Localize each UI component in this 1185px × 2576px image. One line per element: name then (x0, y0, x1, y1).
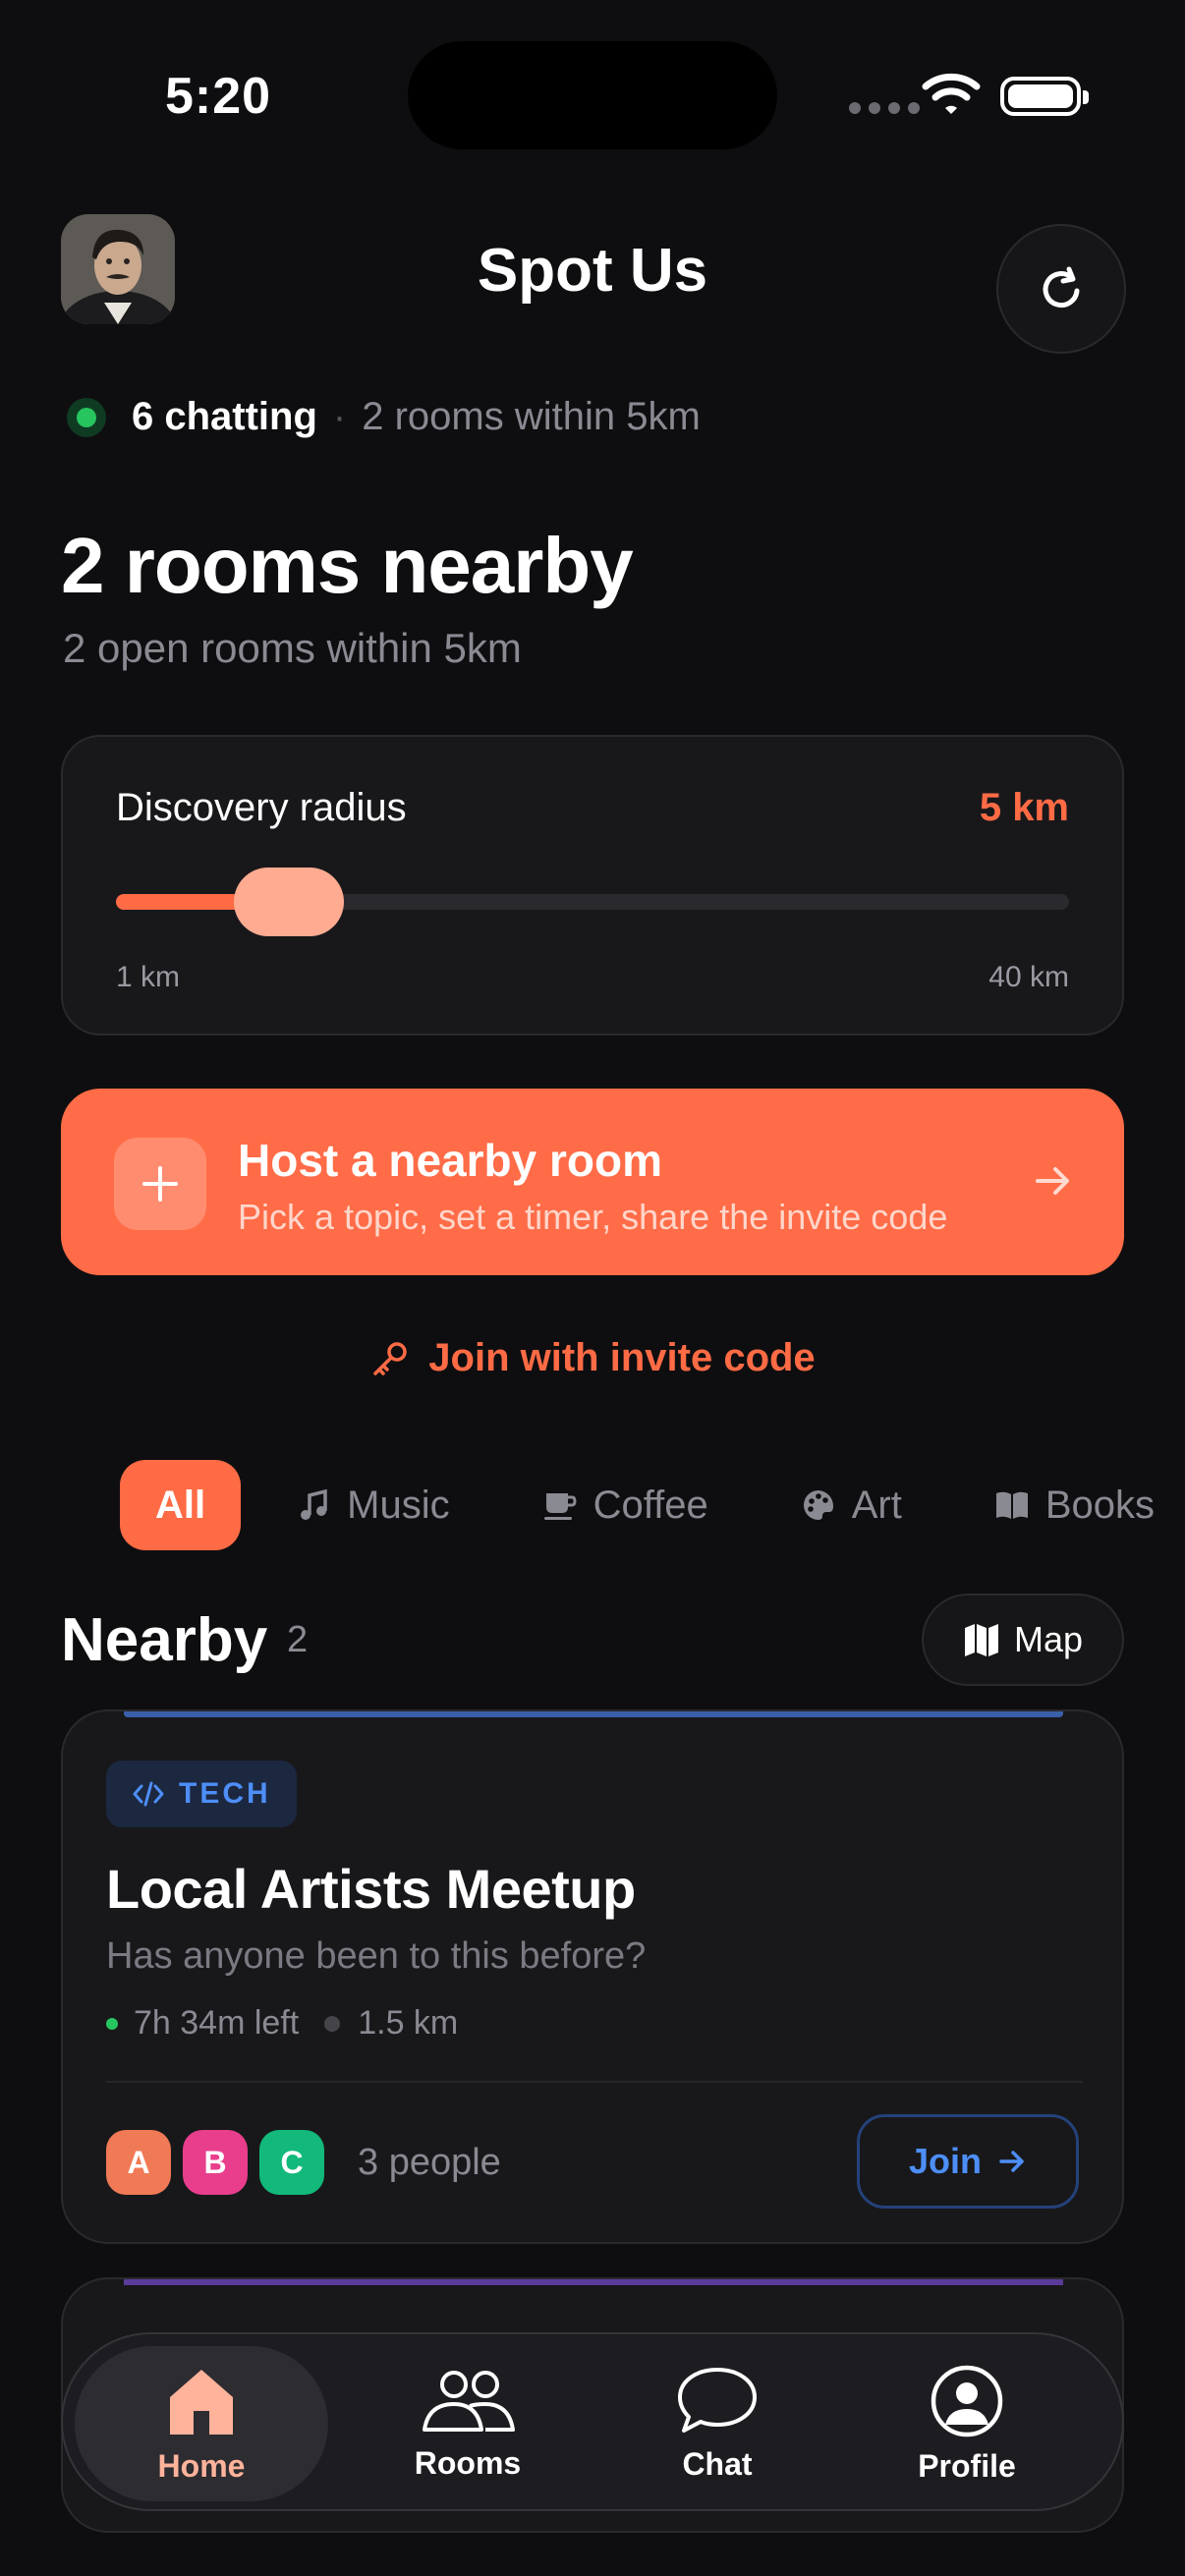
member-avatars: A B C 3 people (106, 2130, 501, 2195)
tab-profile[interactable]: Profile (840, 2334, 1094, 2513)
category-chip-all[interactable]: All (120, 1460, 242, 1550)
chip-label: Books (1044, 1483, 1156, 1527)
category-filter: All Music Coffee Art Books (120, 1460, 1185, 1550)
arrow-right-icon (1032, 1159, 1075, 1207)
profile-icon (931, 2365, 1003, 2436)
chip-label: Art (851, 1483, 902, 1527)
category-chip-art[interactable]: Art (801, 1460, 902, 1550)
chat-bubble-icon (678, 2367, 757, 2433)
host-room-subtitle: Pick a topic, set a timer, share the inv… (238, 1197, 948, 1237)
people-icon (423, 2370, 515, 2432)
rooms-within: 2 rooms within 5km (362, 395, 701, 438)
chip-label: All (155, 1483, 206, 1527)
chatting-count: 6 chatting (132, 395, 317, 438)
room-title: Local Artists Meetup (106, 1858, 636, 1920)
room-meta: 7h 34m left 1.5 km (106, 2004, 458, 2043)
radius-value: 5 km (979, 786, 1069, 829)
category-chip-books[interactable]: Books (994, 1460, 1155, 1550)
page-title: 2 rooms nearby (61, 522, 634, 609)
join-label: Join (908, 2141, 982, 2181)
radius-label: Discovery radius (116, 786, 407, 829)
category-chip-coffee[interactable]: Coffee (542, 1460, 708, 1550)
room-card-accent (124, 2279, 1063, 2285)
plus-icon (114, 1138, 206, 1230)
discovery-radius-card: Discovery radius 5 km 1 km 40 km (61, 735, 1124, 1036)
chip-label: Music (347, 1483, 450, 1527)
radius-max-label: 40 km (988, 961, 1069, 993)
divider (106, 2081, 1083, 2083)
presence-separator: · (332, 395, 347, 438)
radius-slider-thumb[interactable] (234, 868, 345, 936)
home-icon (170, 2369, 233, 2435)
tab-rooms[interactable]: Rooms (341, 2334, 594, 2513)
cellular-signal-icon (849, 102, 920, 114)
radius-slider[interactable] (116, 868, 1069, 936)
chip-label: Coffee (592, 1483, 708, 1527)
section-count: 2 (287, 1619, 309, 1660)
invite-label: Join with invite code (428, 1336, 816, 1379)
refresh-icon (1043, 266, 1080, 308)
tab-label: Home (157, 2447, 246, 2484)
room-tag: TECH (106, 1761, 297, 1827)
dynamic-island (408, 41, 777, 149)
active-dot-icon (106, 2017, 118, 2030)
host-room-button[interactable]: Host a nearby room Pick a topic, set a t… (61, 1089, 1124, 1275)
page-subtitle: 2 open rooms within 5km (63, 625, 522, 671)
room-card-accent (124, 1711, 1063, 1717)
online-status-icon (67, 397, 106, 437)
room-distance: 1.5 km (358, 2004, 459, 2042)
tab-label: Chat (682, 2445, 753, 2482)
coffee-cup-icon (543, 1493, 577, 1520)
map-icon (964, 1624, 998, 1656)
palette-icon (803, 1490, 833, 1520)
arrow-right-icon (999, 2151, 1024, 2172)
room-card[interactable]: TECH Local Artists Meetup Has anyone bee… (61, 1709, 1124, 2244)
tab-chat[interactable]: Chat (591, 2334, 844, 2513)
join-button[interactable]: Join (857, 2114, 1079, 2209)
member-avatar: C (259, 2130, 324, 2195)
radius-min-label: 1 km (116, 961, 181, 993)
wifi-icon (922, 69, 981, 123)
map-button[interactable]: Map (922, 1594, 1124, 1686)
join-invite-code-link[interactable]: Join with invite code (0, 1336, 1185, 1380)
presence-summary: 6 chatting · 2 rooms within 5km (67, 395, 701, 439)
code-icon (133, 1781, 164, 1807)
refresh-button[interactable] (996, 224, 1126, 354)
tab-label: Rooms (414, 2444, 522, 2481)
room-description: Has anyone been to this before? (106, 1935, 647, 1977)
bottom-tab-bar: Home Rooms Chat Profile (61, 2332, 1124, 2511)
room-tag-label: TECH (179, 1777, 271, 1810)
people-count: 3 people (358, 2141, 501, 2183)
music-note-icon (301, 1488, 327, 1520)
member-avatar: B (183, 2130, 248, 2195)
tab-home[interactable]: Home (75, 2346, 328, 2501)
category-chip-music[interactable]: Music (296, 1460, 450, 1550)
map-label: Map (1013, 1619, 1084, 1659)
section-title: Nearby (61, 1606, 268, 1674)
key-icon (373, 1341, 408, 1375)
host-room-title: Host a nearby room (238, 1135, 662, 1186)
room-time-left: 7h 34m left (134, 2004, 300, 2042)
member-avatar: A (106, 2130, 171, 2195)
meta-separator-icon (324, 2015, 341, 2032)
battery-icon (1000, 77, 1089, 116)
status-time: 5:20 (165, 68, 272, 125)
book-icon (995, 1491, 1028, 1519)
tab-label: Profile (918, 2447, 1016, 2484)
